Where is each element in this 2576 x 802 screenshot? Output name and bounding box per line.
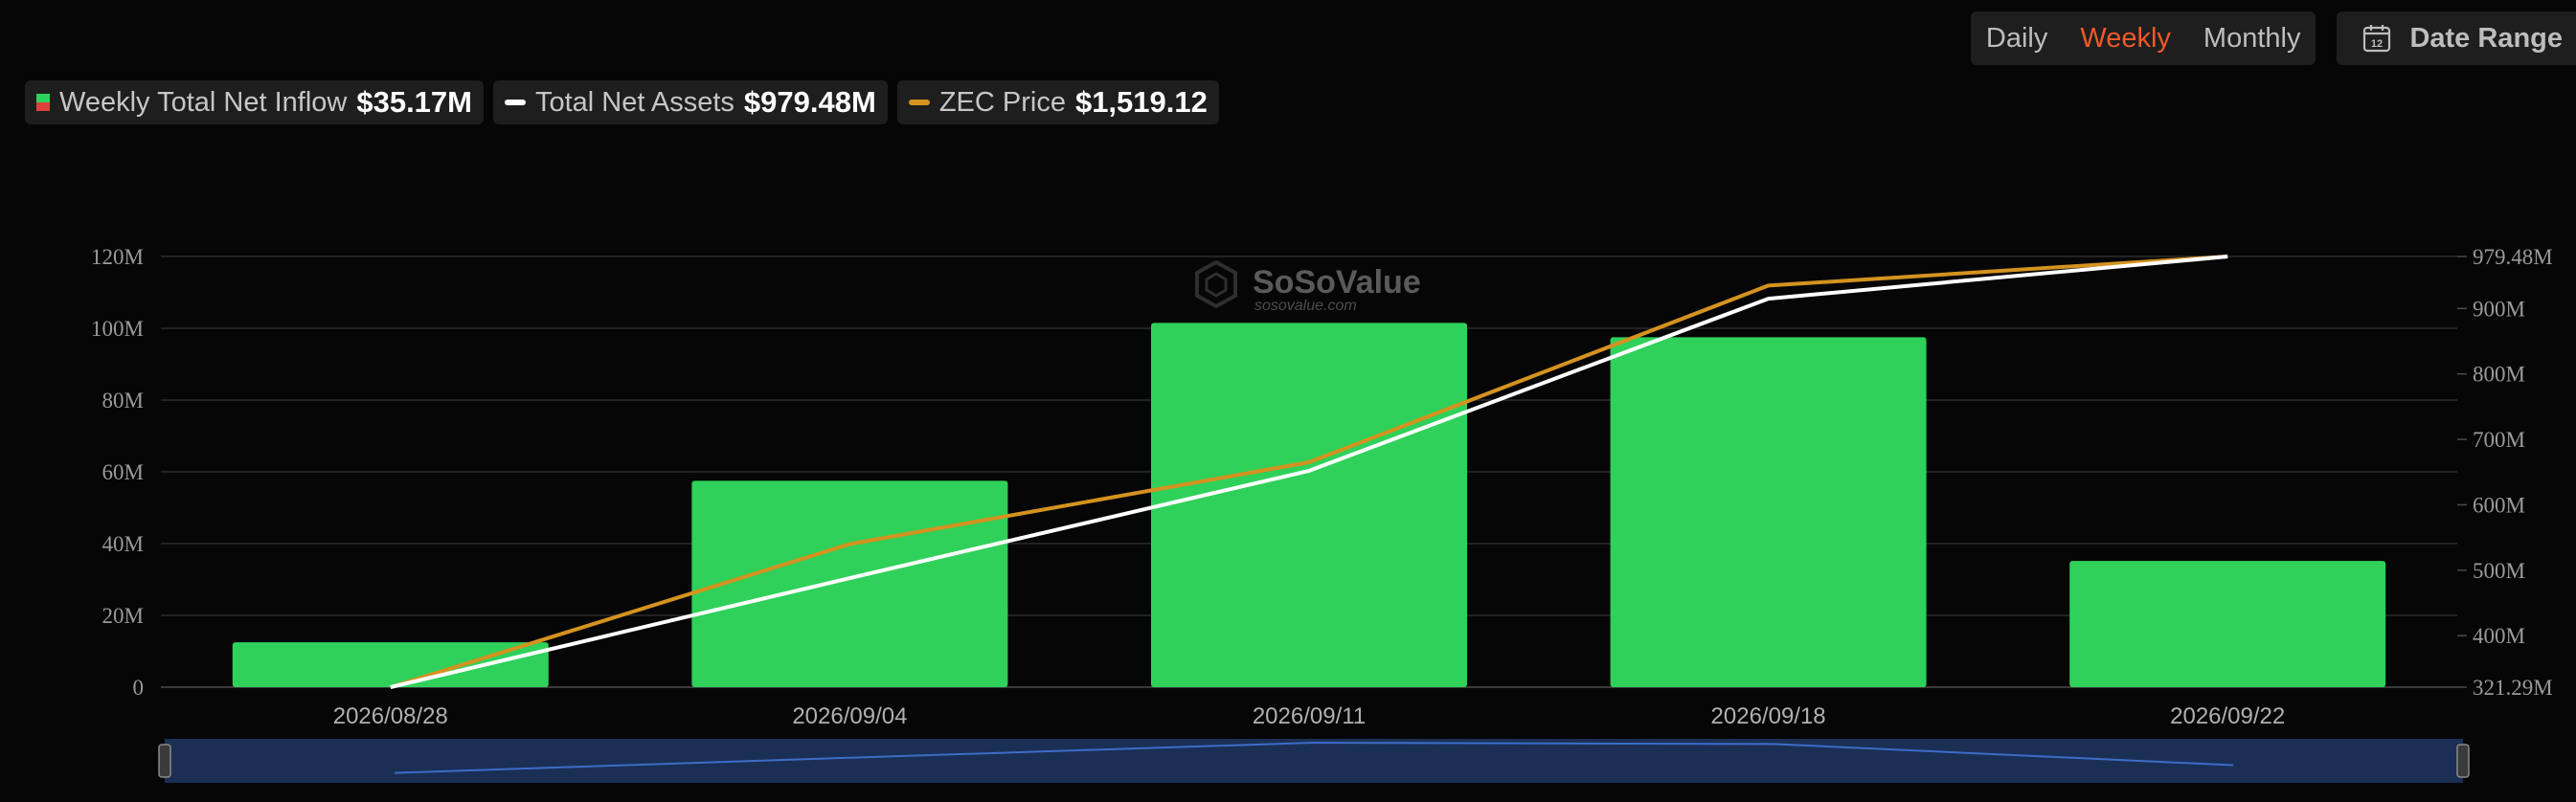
y-right-tick-label: 800M [2473,363,2525,387]
chart-canvas: SoSoValue sosovalue.com 0 20M 40M 60M 80M 100… [91,245,2553,783]
y-left-tick-label: 60M [102,460,144,484]
y-left-tick-label: 20M [102,604,144,628]
bar-weekly-net-inflow [1151,323,1467,687]
y-right-tick-label: 400M [2473,624,2525,648]
y-left-tick-label: 120M [91,245,144,269]
y-right-tick-label: 900M [2473,297,2525,321]
navigator-right-handle[interactable] [2456,744,2470,778]
y-left-tick-label: 100M [91,317,144,341]
bar-weekly-net-inflow [1610,337,1927,687]
x-tick-label: 2026/08/28 [333,703,448,729]
y-right-tick-label: 600M [2473,493,2525,517]
x-tick-label: 2026/09/22 [2170,703,2285,729]
x-tick-label: 2026/09/18 [1711,703,1826,729]
watermark: SoSoValue sosovalue.com [1195,259,1421,314]
bar-weekly-net-inflow [232,642,549,687]
bar-weekly-net-inflow [2069,561,2386,687]
navigator-left-handle[interactable] [158,744,171,778]
y-right-tick-label: 979.48M [2473,245,2553,269]
y-left-tick-label: 80M [102,389,144,412]
y-left-tick-label: 40M [102,532,144,556]
y-right-tick-label: 500M [2473,559,2525,583]
y-right-tick-label: 321.29M [2473,676,2553,700]
range-navigator[interactable] [158,739,2470,783]
bar-weekly-net-inflow [691,480,1008,687]
y-right-tick-label: 700M [2473,428,2525,452]
x-tick-label: 2026/09/11 [1253,703,1366,729]
y-left-tick-label: 0 [133,676,145,700]
watermark-brand: SoSoValue [1253,264,1421,301]
sosovalue-logo-icon [1195,259,1237,309]
x-tick-label: 2026/09/04 [792,703,907,729]
watermark-domain: sosovalue.com [1254,298,1357,314]
